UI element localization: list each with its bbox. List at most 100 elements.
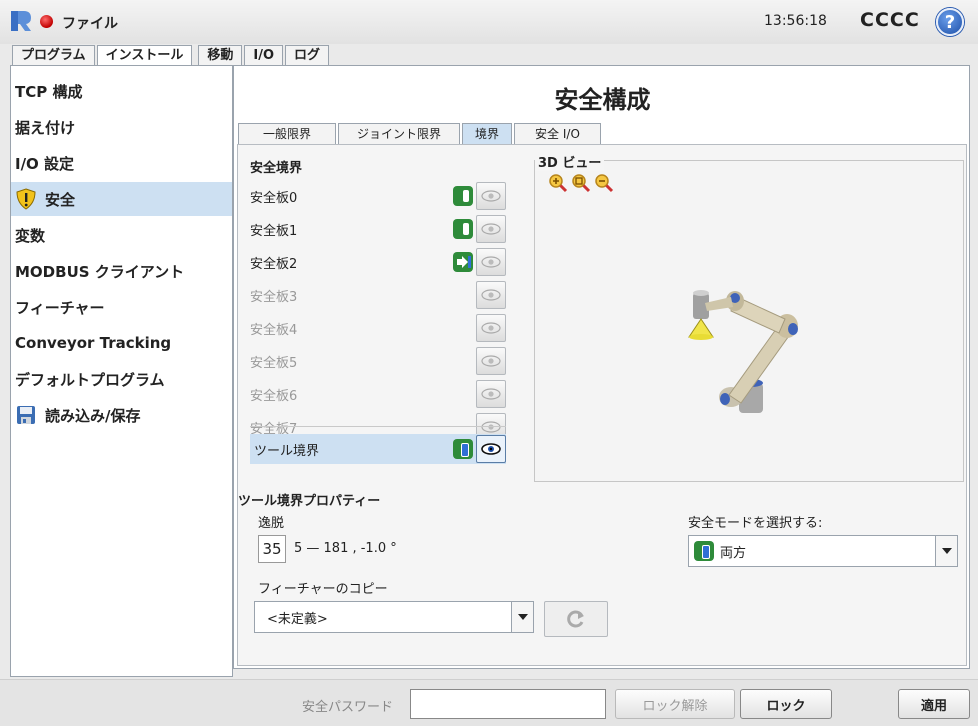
robot-status-indicator (40, 15, 53, 28)
plane-name: 安全板5 (250, 355, 298, 371)
bottom-bar: 安全パスワード ロック解除 ロック 適用 (0, 679, 978, 726)
eye-icon (481, 256, 501, 268)
help-icon[interactable]: ? (936, 8, 964, 36)
boundaries-panel: 安全境界 安全板0 安全板1 安全板2 安全板3 安全板4 安全板5 安全板6 … (237, 144, 967, 666)
dropdown-value: 両方 (720, 545, 747, 561)
plane-name: ツール境界 (254, 443, 320, 459)
sidebar-item-label: フィーチャー (15, 298, 105, 317)
tab-installation[interactable]: インストール (96, 45, 193, 65)
sidebar-item-tcp[interactable]: TCP 構成 (11, 74, 232, 108)
tab-io[interactable]: I/O (244, 45, 284, 65)
sidebar-item-mounting[interactable]: 据え付け (11, 110, 232, 144)
eye-toggle-button[interactable] (476, 347, 506, 375)
apply-button[interactable]: 適用 (898, 689, 970, 719)
plane-name: 安全板0 (250, 190, 298, 206)
sidebar-item-label: MODBUS クライアント (15, 262, 185, 281)
tab-log[interactable]: ログ (285, 45, 330, 65)
zoom-out-icon[interactable] (594, 173, 614, 193)
robot-arm-model (688, 290, 798, 413)
robot-name: CCCC (860, 9, 920, 31)
sidebar-item-label: Conveyor Tracking (15, 334, 172, 352)
eye-toggle-button[interactable] (476, 435, 506, 463)
sidebar-item-features[interactable]: フィーチャー (11, 290, 232, 324)
eye-icon (481, 355, 501, 367)
plane-row[interactable]: 安全板6 (250, 379, 506, 409)
eye-toggle-button[interactable] (476, 281, 506, 309)
sidebar-item-label: 読み込み/保存 (45, 406, 141, 425)
tab-general-limits[interactable]: 一般限界 (238, 123, 337, 145)
sidebar-item-label: デフォルトプログラム (15, 370, 165, 389)
sidebar-item-label: TCP 構成 (15, 82, 83, 101)
ur-logo-icon (11, 11, 31, 31)
eye-icon (481, 223, 501, 235)
tab-program[interactable]: プログラム (12, 45, 95, 65)
sidebar-item-conveyor-tracking[interactable]: Conveyor Tracking (11, 326, 232, 360)
refresh-button[interactable] (544, 601, 608, 637)
shield-warning-icon (15, 188, 37, 210)
tab-joint-limits[interactable]: ジョイント限界 (338, 123, 461, 145)
sidebar-item-default-program[interactable]: デフォルトプログラム (11, 362, 232, 396)
safety-mode-dropdown[interactable]: 両方 (688, 535, 958, 567)
zoom-fit-icon[interactable] (571, 173, 591, 193)
sidebar-item-label: 安全 (45, 190, 76, 209)
tab-boundaries[interactable]: 境界 (462, 123, 513, 145)
3d-view[interactable] (534, 160, 964, 482)
plane-row[interactable]: 安全板0 (250, 181, 506, 211)
normal-mode-icon (453, 186, 473, 206)
top-bar: ファイル 13:56:18 CCCC ? (0, 0, 978, 44)
normal-mode-icon (453, 219, 473, 239)
tab-safety-io[interactable]: 安全 I/O (514, 123, 601, 145)
dropdown-value: <未定義> (267, 611, 328, 627)
feature-copy-dropdown[interactable]: <未定義> (254, 601, 534, 633)
eye-icon (481, 289, 501, 301)
eye-toggle-button[interactable] (476, 215, 506, 243)
3d-view-label: 3D ビュー (535, 152, 605, 171)
tab-move[interactable]: 移動 (198, 45, 243, 65)
sidebar-item-label: I/O 設定 (15, 154, 75, 173)
clock: 13:56:18 (764, 13, 827, 29)
chevron-down-icon (935, 536, 957, 566)
chevron-down-icon (511, 602, 533, 632)
eye-icon (481, 190, 501, 202)
plane-row[interactable]: 安全板1 (250, 214, 506, 244)
plane-row[interactable]: 安全板5 (250, 346, 506, 376)
eye-icon (481, 421, 501, 433)
sidebar-item-safety[interactable]: 安全 (11, 182, 232, 216)
eye-toggle-button[interactable] (476, 314, 506, 342)
safety-mode-label: 安全モードを選択する: (688, 516, 823, 531)
tool-boundary-row[interactable]: ツール境界 (250, 434, 506, 464)
plane-row[interactable]: 安全板4 (250, 313, 506, 343)
plane-name: 安全板2 (250, 256, 298, 272)
sidebar-item-variables[interactable]: 変数 (11, 218, 232, 252)
lock-button[interactable]: ロック (740, 689, 832, 719)
sidebar-item-modbus[interactable]: MODBUS クライアント (11, 254, 232, 288)
save-disk-icon (15, 404, 37, 426)
trigger-mode-icon (453, 252, 473, 272)
plane-name: 安全板1 (250, 223, 298, 239)
feature-copy-label: フィーチャーのコピー (258, 582, 388, 597)
safety-password-input[interactable] (410, 689, 606, 719)
both-mode-icon (453, 439, 473, 459)
file-menu[interactable]: ファイル (62, 13, 118, 33)
both-mode-icon (694, 541, 714, 561)
sidebar-item-io-setup[interactable]: I/O 設定 (11, 146, 232, 180)
page-title: 安全構成 (554, 86, 651, 114)
plane-name: 安全板6 (250, 388, 298, 404)
eye-toggle-button[interactable] (476, 182, 506, 210)
plane-name: 安全板4 (250, 322, 298, 338)
plane-row[interactable]: 安全板3 (250, 280, 506, 310)
sidebar-item-label: 据え付け (15, 118, 76, 137)
sidebar-item-label: 変数 (15, 226, 46, 245)
eye-icon (481, 443, 501, 455)
main-tabs: プログラム インストール 移動 I/O ログ (12, 45, 331, 65)
eye-toggle-button[interactable] (476, 380, 506, 408)
eye-icon (481, 388, 501, 400)
zoom-in-icon[interactable] (548, 173, 568, 193)
eye-toggle-button[interactable] (476, 248, 506, 276)
divider (250, 426, 506, 427)
plane-row[interactable]: 安全板2 (250, 247, 506, 277)
sidebar-item-load-save[interactable]: 読み込み/保存 (11, 398, 232, 432)
unlock-button[interactable]: ロック解除 (615, 689, 735, 719)
deviation-input[interactable]: 35 (258, 535, 286, 563)
tool-boundary-properties-label: ツール境界プロパティー (238, 494, 381, 509)
